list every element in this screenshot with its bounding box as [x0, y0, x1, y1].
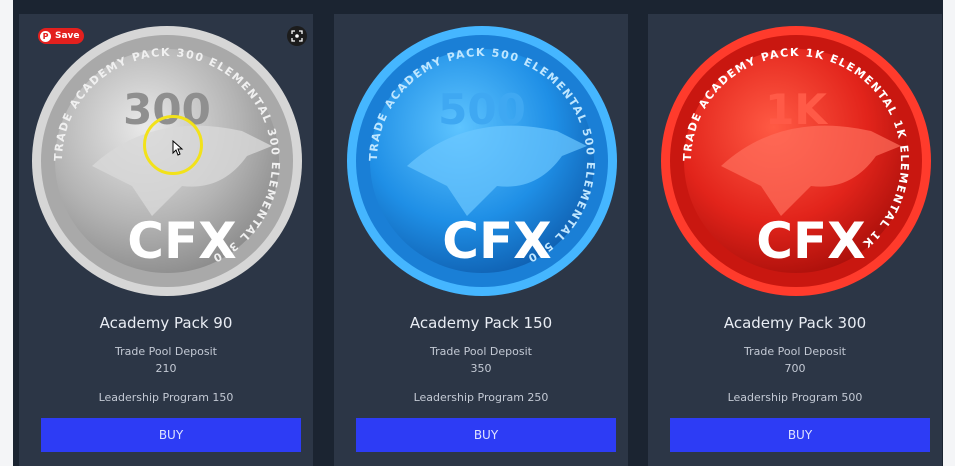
- mouse-cursor-icon: [172, 140, 184, 156]
- pack-card-150: TRADE ACADEMY PACK 500 ELEMENTAL 500 ELE…: [334, 14, 628, 466]
- svg-text:500: 500: [438, 85, 526, 134]
- buy-button[interactable]: BUY: [356, 418, 616, 452]
- leadership-program: Leadership Program 150: [98, 391, 234, 404]
- deposit-value: 210: [155, 362, 177, 375]
- deposit-label: Trade Pool Deposit: [744, 345, 846, 358]
- svg-text:CFX: CFX: [127, 212, 236, 270]
- pack-card-300: TRADE ACADEMY PACK 1K ELEMENTAL 1K ELEME…: [648, 14, 942, 466]
- deposit-value: 350: [470, 362, 492, 375]
- pack-title: Academy Pack 300: [723, 314, 867, 332]
- buy-button[interactable]: BUY: [670, 418, 930, 452]
- deposit-value: 700: [784, 362, 806, 375]
- coin-image-1k: TRADE ACADEMY PACK 1K ELEMENTAL 1K ELEME…: [661, 16, 931, 306]
- visual-search-icon: [291, 30, 303, 42]
- deposit-label: Trade Pool Deposit: [430, 345, 532, 358]
- coin-image-500: TRADE ACADEMY PACK 500 ELEMENTAL 500 ELE…: [347, 16, 617, 306]
- buy-button[interactable]: BUY: [41, 418, 301, 452]
- packs-section: TRADE ACADEMY PACK 300 ELEMENTAL 300 ELE…: [13, 0, 943, 466]
- svg-text:CFX: CFX: [442, 212, 551, 270]
- pack-title: Academy Pack 90: [99, 314, 233, 332]
- leadership-program: Leadership Program 500: [727, 391, 863, 404]
- svg-text:CFX: CFX: [756, 212, 865, 270]
- save-label: Save: [55, 31, 80, 41]
- pinterest-save-button[interactable]: P Save: [38, 28, 84, 44]
- pack-card-90: TRADE ACADEMY PACK 300 ELEMENTAL 300 ELE…: [19, 14, 313, 466]
- visual-search-button[interactable]: [287, 26, 307, 46]
- deposit-label: Trade Pool Deposit: [115, 345, 217, 358]
- pinterest-icon: P: [40, 30, 51, 42]
- svg-text:1K: 1K: [765, 85, 828, 134]
- pack-title: Academy Pack 150: [409, 314, 553, 332]
- leadership-program: Leadership Program 250: [413, 391, 549, 404]
